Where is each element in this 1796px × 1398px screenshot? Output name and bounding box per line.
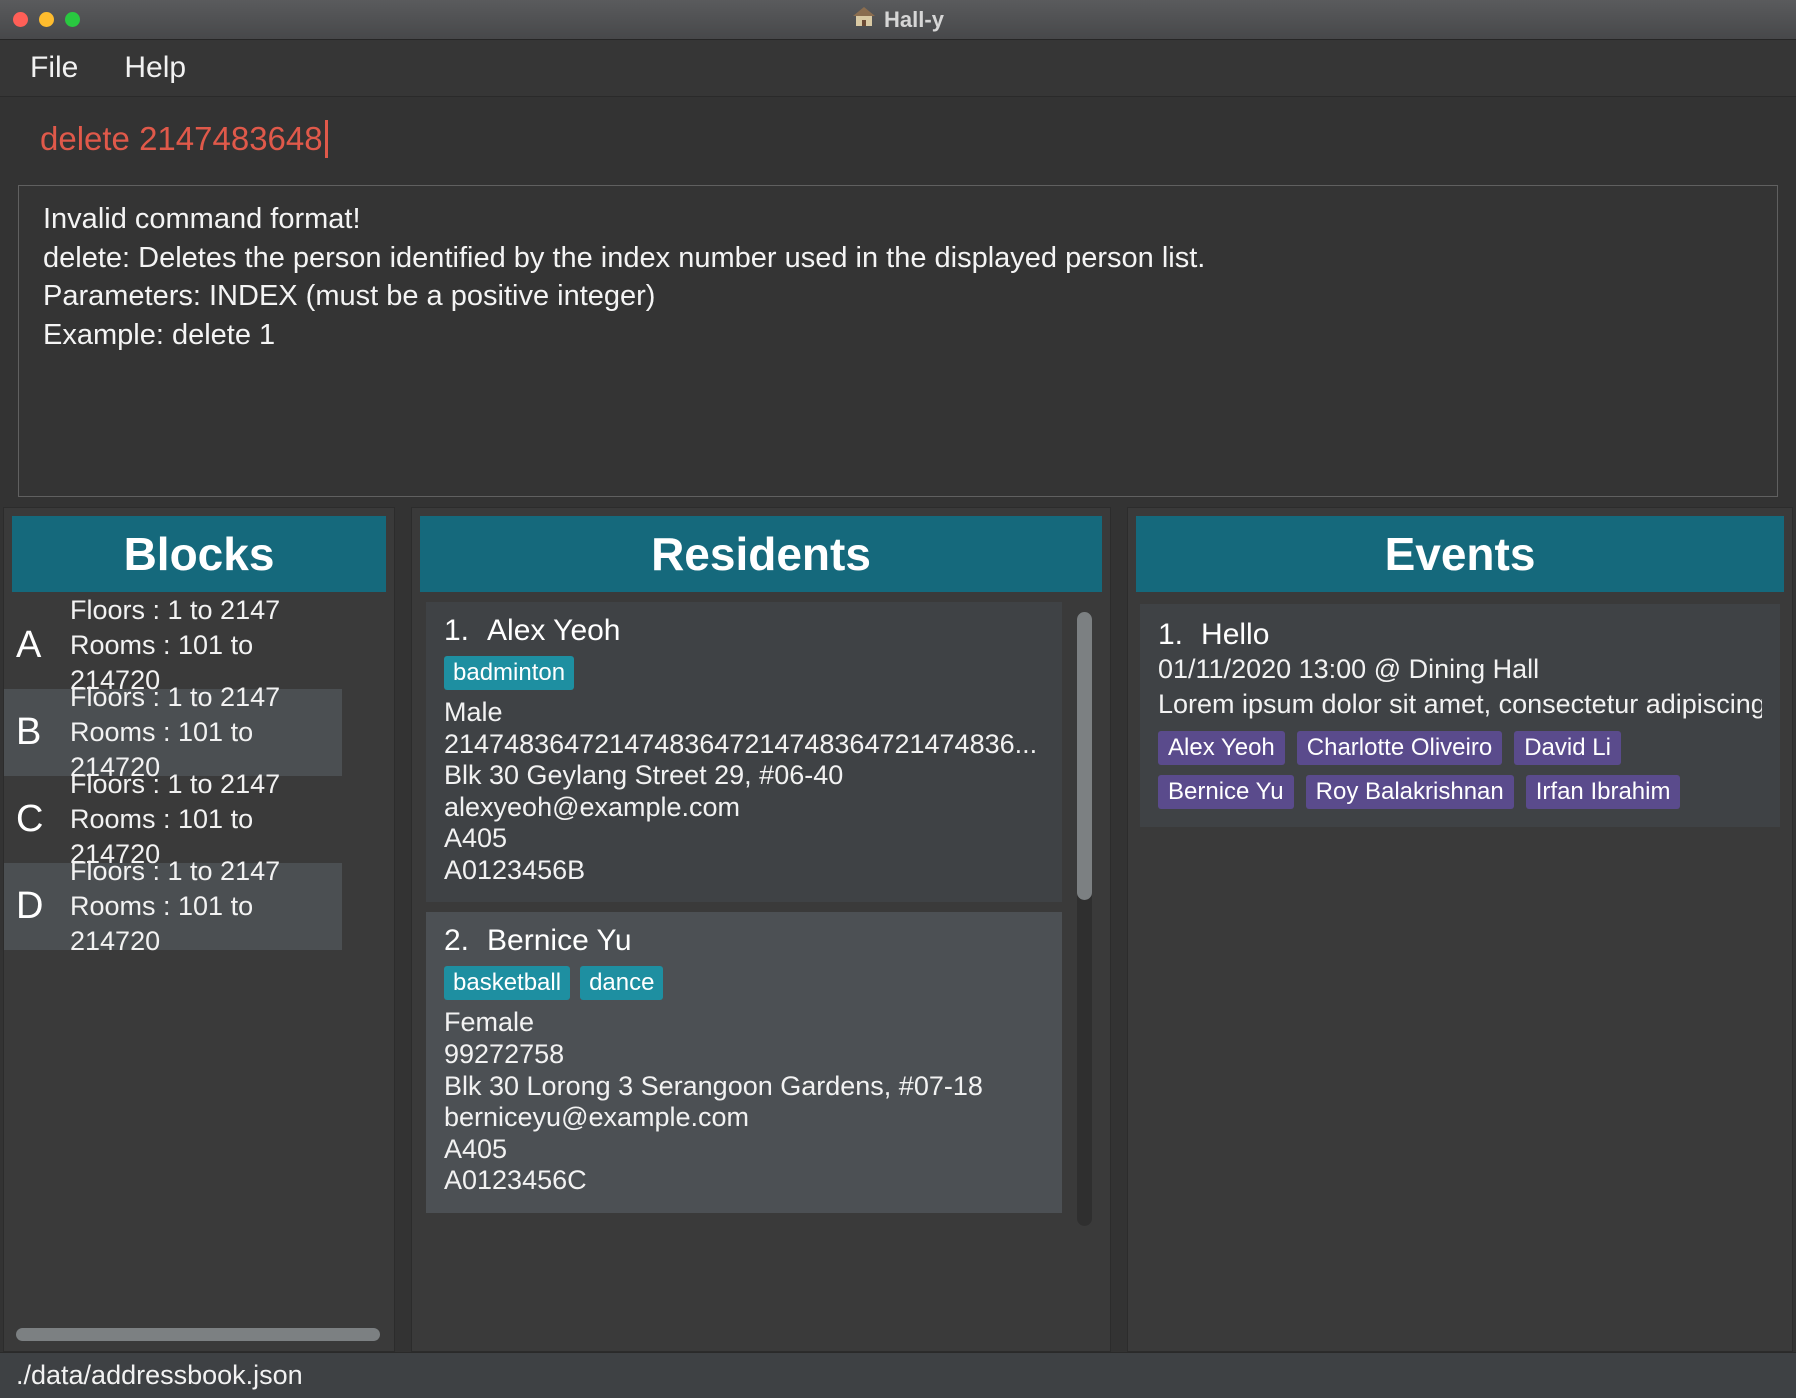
resident-email: berniceyu@example.com	[444, 1102, 750, 1133]
block-details: Floors : 1 to 2147 Rooms : 101 to 214720	[70, 854, 342, 959]
resident-email: alexyeoh@example.com	[444, 791, 741, 822]
resident-room: A405	[444, 1133, 508, 1164]
event-card[interactable]: 1. Hello 01/11/2020 13:00 @ Dining Hall …	[1140, 604, 1780, 828]
attendee-tag: David Li	[1514, 731, 1621, 766]
menu-help[interactable]: Help	[124, 51, 186, 85]
event-title-row: 1. Hello	[1158, 618, 1762, 652]
resident-address: Blk 30 Lorong 3 Serangoon Gardens, #07-1…	[444, 1070, 983, 1101]
text-caret	[324, 120, 328, 158]
title-bar: Hall-y	[0, 0, 1796, 40]
residents-list: 1. Alex Yeoh badminton Male 214748364721…	[426, 602, 1062, 1216]
close-button[interactable]	[13, 12, 28, 27]
attendee-tag: Alex Yeoh	[1158, 731, 1285, 766]
scrollbar-thumb[interactable]	[1077, 612, 1092, 900]
resident-address: Blk 30 Geylang Street 29, #06-40	[444, 760, 844, 791]
resident-card[interactable]: 1. Alex Yeoh badminton Male 214748364721…	[426, 602, 1062, 903]
block-rooms: Rooms : 101 to 214720	[70, 890, 254, 957]
block-letter: D	[16, 885, 44, 927]
resident-room: A405	[444, 823, 508, 854]
scrollbar-thumb[interactable]	[16, 1328, 380, 1341]
blocks-panel: Blocks A Floors : 1 to 2147 Rooms : 101 …	[3, 507, 395, 1352]
data-file-path: ./data/addressbook.json	[16, 1360, 303, 1390]
hobby-tag: basketball	[444, 966, 571, 1001]
block-letter: C	[16, 798, 44, 840]
hobby-tag: badminton	[444, 656, 575, 690]
resident-title-row: 2. Bernice Yu	[444, 924, 1044, 958]
attendee-tag: Irfan Ibrahim	[1525, 775, 1681, 810]
result-line: delete: Deletes the person identified by…	[43, 241, 1206, 274]
command-input[interactable]: delete 2147483648	[0, 97, 1796, 181]
event-name: Hello	[1201, 618, 1270, 651]
attendee-tag: Charlotte Oliveiro	[1296, 731, 1503, 766]
resident-phone: 99272758	[444, 1039, 565, 1070]
block-floors: Floors : 1 to 2147	[70, 594, 281, 625]
resident-gender: Male	[444, 697, 503, 727]
zoom-button[interactable]	[65, 12, 80, 27]
block-row-d[interactable]: D Floors : 1 to 2147 Rooms : 101 to 2147…	[4, 856, 342, 956]
resident-gender: Female	[444, 1007, 535, 1038]
resident-index: 2.	[444, 924, 470, 958]
result-line: Invalid command format!	[43, 203, 361, 235]
block-floors: Floors : 1 to 2147	[70, 855, 281, 886]
hobby-tag: dance	[580, 966, 664, 1001]
residents-vertical-scrollbar[interactable]	[1077, 612, 1092, 1226]
block-floors: Floors : 1 to 2147	[70, 681, 281, 712]
blocks-title: Blocks	[123, 528, 275, 580]
menu-bar: File Help	[0, 40, 1796, 97]
resident-index: 1.	[444, 614, 470, 647]
events-panel: Events 1. Hello 01/11/2020 13:00 @ Dinin…	[1127, 507, 1793, 1352]
resident-matric: A0123456C	[444, 1165, 587, 1196]
event-attendees: Alex Yeoh Charlotte Oliveiro David Li Be…	[1158, 731, 1762, 810]
residents-title: Residents	[651, 528, 871, 580]
resident-name: Bernice Yu	[487, 924, 632, 958]
event-index: 1.	[1158, 618, 1184, 651]
resident-tags: basketball dance	[444, 966, 1044, 1001]
minimize-button[interactable]	[39, 12, 54, 27]
residents-panel: Residents 1. Alex Yeoh badminton Male 21…	[411, 507, 1111, 1352]
status-bar: ./data/addressbook.json	[0, 1352, 1796, 1398]
attendee-tag: Bernice Yu	[1158, 775, 1294, 810]
blocks-header: Blocks	[12, 516, 386, 592]
blocks-horizontal-scrollbar[interactable]	[16, 1328, 380, 1341]
command-text: delete 2147483648	[40, 120, 323, 157]
block-letter: B	[16, 711, 42, 753]
block-row-c[interactable]: C Floors : 1 to 2147 Rooms : 101 to 2147…	[4, 769, 342, 869]
event-description: Lorem ipsum dolor sit amet, consectetur …	[1158, 688, 1762, 719]
menu-file[interactable]: File	[30, 51, 78, 85]
resident-matric: A0123456B	[444, 854, 586, 885]
app-window: Hall-y File Help delete 2147483648 Inval…	[0, 0, 1796, 1398]
attendee-tag: Roy Balakrishnan	[1305, 775, 1514, 810]
residents-header: Residents	[420, 516, 1102, 592]
events-header: Events	[1136, 516, 1784, 592]
event-datetime: 01/11/2020 13:00 @ Dining Hall	[1158, 654, 1540, 684]
result-display: Invalid command format! delete: Deletes …	[18, 185, 1778, 497]
result-line: Example: delete 1	[43, 318, 276, 351]
resident-name: Alex Yeoh	[487, 614, 621, 647]
result-line: Parameters: INDEX (must be a positive in…	[43, 280, 656, 313]
events-title: Events	[1384, 528, 1536, 580]
resident-title-row: 1. Alex Yeoh	[444, 614, 1044, 648]
blocks-list: A Floors : 1 to 2147 Rooms : 101 to 2147…	[4, 595, 394, 956]
window-title: Hall-y	[884, 6, 944, 32]
house-icon	[852, 6, 876, 33]
block-floors: Floors : 1 to 2147	[70, 768, 281, 799]
window-title-group: Hall-y	[0, 0, 1796, 39]
block-letter: A	[16, 624, 42, 666]
resident-phone: 21474836472147483647214748364721474836..…	[444, 728, 1038, 759]
main-content: Blocks A Floors : 1 to 2147 Rooms : 101 …	[0, 507, 1796, 1352]
block-row-a[interactable]: A Floors : 1 to 2147 Rooms : 101 to 2147…	[4, 595, 342, 695]
block-row-b[interactable]: B Floors : 1 to 2147 Rooms : 101 to 2147…	[4, 682, 342, 782]
resident-card[interactable]: 2. Bernice Yu basketball dance Female 99…	[426, 912, 1062, 1213]
resident-tags: badminton	[444, 656, 1044, 690]
window-controls	[13, 12, 80, 27]
